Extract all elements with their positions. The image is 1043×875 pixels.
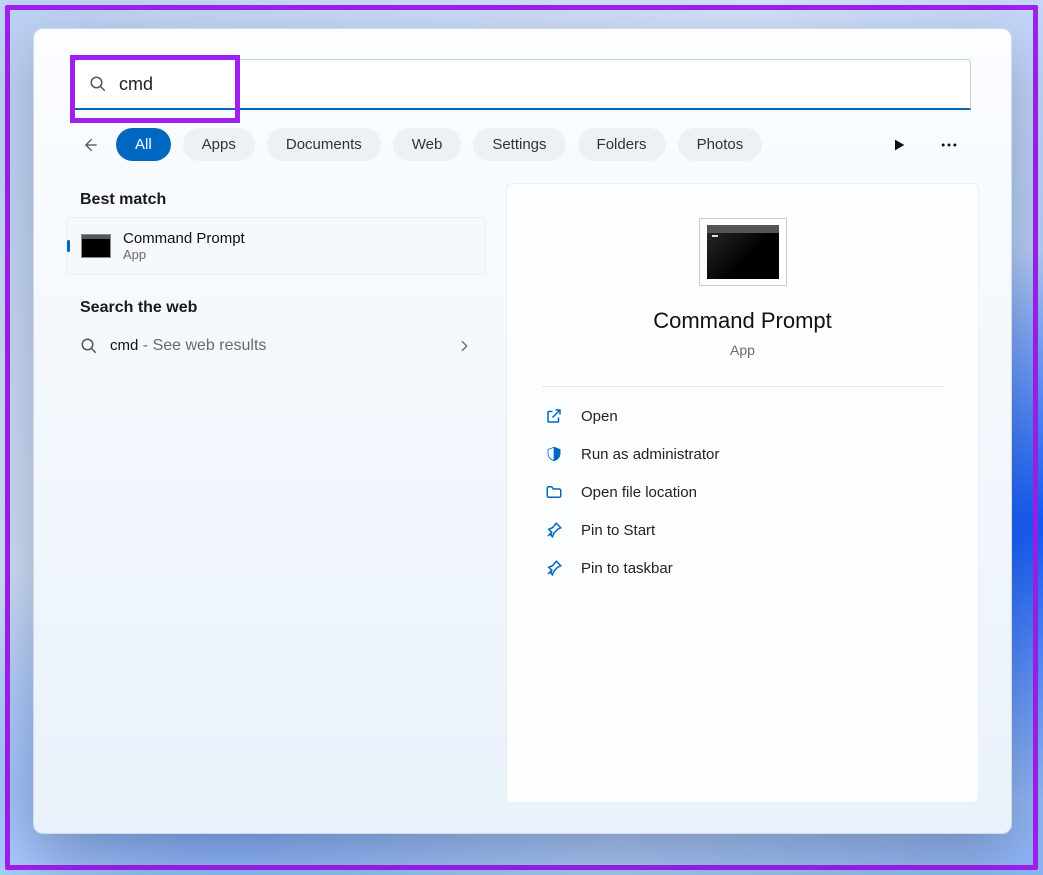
pin-icon (545, 559, 565, 577)
search-input[interactable] (117, 73, 956, 96)
action-label: Pin to Start (581, 522, 655, 539)
search-panel: All Apps Documents Web Settings Folders Photos… (33, 28, 1012, 834)
detail-title: Command Prompt (653, 308, 832, 334)
results-column: Best match Command Prompt App Search the… (66, 183, 486, 803)
search-web-header: Search the web (66, 291, 486, 325)
detail-subtitle: App (730, 342, 755, 358)
action-pin-to-taskbar[interactable]: Pin to taskbar (541, 549, 944, 587)
filter-chip-folders[interactable]: Folders (578, 128, 666, 161)
web-suffix: - See web results (138, 337, 266, 354)
web-result-item[interactable]: cmd - See web results (66, 325, 486, 367)
best-match-title: Command Prompt (123, 230, 245, 247)
detail-pane: Command Prompt App Open Run as administra… (506, 183, 979, 803)
filter-chip-documents[interactable]: Documents (267, 128, 381, 161)
pin-icon (545, 521, 565, 539)
filter-row: All Apps Documents Web Settings Folders Photos (34, 110, 1011, 161)
web-query: cmd (110, 337, 138, 354)
best-match-subtitle: App (123, 247, 245, 262)
action-pin-to-start[interactable]: Pin to Start (541, 511, 944, 549)
search-icon (80, 337, 98, 355)
action-list: Open Run as administrator Open file locati… (541, 397, 944, 587)
filter-chip-photos[interactable]: Photos (678, 128, 763, 161)
filter-chip-all[interactable]: All (116, 128, 171, 161)
filter-chip-web[interactable]: Web (393, 128, 462, 161)
action-label: Pin to taskbar (581, 560, 673, 577)
filter-chip-apps[interactable]: Apps (183, 128, 255, 161)
detail-app-icon (699, 218, 787, 286)
filter-chip-settings[interactable]: Settings (473, 128, 565, 161)
command-prompt-icon (81, 234, 111, 258)
action-label: Run as administrator (581, 446, 719, 463)
folder-icon (545, 483, 565, 501)
filter-chips: All Apps Documents Web Settings Folders Photos (116, 128, 877, 161)
divider (541, 386, 944, 387)
action-label: Open file location (581, 484, 697, 501)
open-icon (545, 407, 565, 425)
action-open[interactable]: Open (541, 397, 944, 435)
desktop-background: All Apps Documents Web Settings Folders Photos… (0, 0, 1043, 875)
action-label: Open (581, 408, 618, 425)
shield-icon (545, 445, 565, 463)
best-match-item[interactable]: Command Prompt App (66, 217, 486, 275)
play-icon[interactable] (887, 133, 911, 157)
action-run-as-administrator[interactable]: Run as administrator (541, 435, 944, 473)
more-icon[interactable] (937, 133, 961, 157)
best-match-header: Best match (66, 183, 486, 217)
search-bar[interactable] (74, 59, 971, 110)
chevron-right-icon (456, 338, 472, 354)
action-open-file-location[interactable]: Open file location (541, 473, 944, 511)
search-icon (89, 75, 107, 93)
back-button[interactable] (74, 129, 106, 161)
